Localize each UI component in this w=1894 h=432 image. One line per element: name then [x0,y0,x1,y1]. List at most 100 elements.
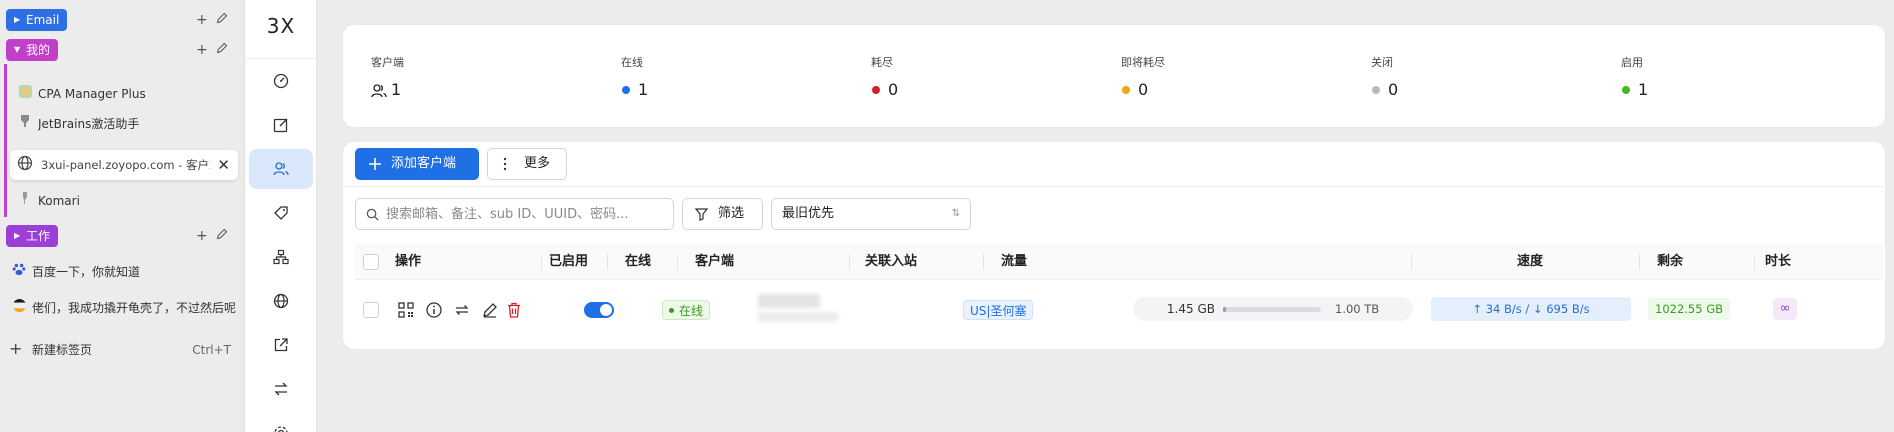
column-divider [677,254,678,270]
tab-item[interactable]: 佬们，我成功撬开龟壳了，不过然后呢 [4,293,242,323]
tab-item[interactable]: 百度一下，你就知道 [4,257,242,287]
stat-value: 1 [391,80,402,99]
clients-card: 添加客户端 更多 筛选 最旧优先 ⇅ 操作 已启用 在线 客户端 关联入站 流量 [342,141,1887,350]
search-field[interactable] [355,198,674,230]
sitemap-icon [273,249,289,265]
remaining-badge: 1022.55 GB [1648,298,1731,320]
tab-title: 百度一下，你就知道 [32,265,141,279]
expand-triangle-icon: ▶ [14,231,21,240]
qrcode-icon[interactable] [397,301,415,319]
cpa-favicon [16,84,34,104]
tab-group-chip[interactable]: ▼ 我的 [6,39,59,61]
tab-group-email[interactable]: ▶ Email + [0,6,245,34]
status-dot [622,86,630,94]
tab-item[interactable]: CPA Manager Plus [10,79,242,109]
tab-group-mine[interactable]: ▼ 我的 + [0,36,245,64]
tab-title: CPA Manager Plus [38,87,146,101]
nav-dashboard[interactable] [249,61,313,101]
column-divider [849,254,850,270]
nav-inbounds[interactable] [249,237,313,277]
tag-icon [274,206,288,220]
nav-external[interactable] [249,325,313,365]
tab-title: Komari [38,194,80,208]
tab-group-work[interactable]: ▶ 工作 + [0,222,245,250]
column-divider [541,254,542,270]
nav-tags[interactable] [249,193,313,233]
nav-clients[interactable] [249,149,313,189]
col-actions: 操作 [395,254,422,269]
add-tab-icon[interactable]: + [196,41,208,59]
client-email-redacted[interactable] [758,294,820,308]
stat-label: 在线 [621,56,643,69]
add-client-button[interactable]: 添加客户端 [355,148,479,180]
edit-group-icon[interactable] [216,41,228,59]
select-all-checkbox[interactable] [363,254,379,270]
row-checkbox[interactable] [363,302,379,318]
col-online[interactable]: 在线 [625,244,651,280]
col-duration[interactable]: 时长 [1765,244,1791,280]
toggle-knob [600,304,612,316]
jetbrains-favicon [16,114,34,134]
add-tab-icon[interactable]: + [196,11,208,29]
tab-group-label: 工作 [26,229,51,243]
edit-group-icon[interactable] [216,11,228,29]
edit-icon[interactable] [481,301,499,319]
tab-group-indicator [4,64,7,217]
traffic-progress-bar [1223,307,1321,312]
edit-group-icon[interactable] [216,227,228,245]
traffic-progress-fill [1223,307,1226,312]
tab-group-chip[interactable]: ▶ 工作 [6,225,59,247]
baidu-favicon [10,262,28,282]
sort-select[interactable]: 最旧优先 ⇅ [771,198,971,230]
enabled-toggle[interactable] [584,302,614,318]
status-dot [1622,86,1630,94]
col-client[interactable]: 客户端 [695,244,734,280]
tab-group-label: Email [26,13,60,27]
search-input[interactable] [386,200,666,228]
online-status-label: 在线 [679,304,704,318]
inbound-tag: US|圣何塞 [963,300,1034,320]
close-tab-icon[interactable]: ✕ [217,155,230,175]
stat-label: 启用 [1621,56,1643,69]
add-tab-icon[interactable]: + [196,227,208,245]
tab-item[interactable]: Komari [10,186,242,216]
new-tab-button[interactable]: + 新建标签页 Ctrl+T [0,335,245,365]
delete-icon[interactable] [505,301,523,319]
col-enabled[interactable]: 已启用 [549,244,588,280]
komari-favicon [16,191,34,211]
stat-label: 耗尽 [871,56,893,69]
nav-edit[interactable] [249,105,313,145]
reset-traffic-icon[interactable] [453,301,471,319]
tab-group-label: 我的 [26,43,51,57]
status-dot [1372,86,1380,94]
new-tab-shortcut: Ctrl+T [192,343,231,357]
search-icon [366,208,379,221]
traffic-total: 1.00 TB [1335,302,1380,316]
tab-group-chip[interactable]: ▶ Email [6,9,68,31]
external-link-icon [274,338,288,352]
browser-tab-sidebar: ▶ Email + ▼ 我的 + CPA Manager Plus JetBra… [0,0,245,432]
nav-settings[interactable] [249,413,313,432]
nav-network[interactable] [249,281,313,321]
col-remaining[interactable]: 剩余 [1657,244,1683,280]
stat-label: 客户端 [371,56,404,69]
tab-title: 佬们，我成功撬开龟壳了，不过然后呢 [32,301,237,315]
edit-icon [273,118,288,133]
col-traffic[interactable]: 流量 [1001,244,1027,280]
stat-value: 0 [1388,80,1399,99]
nav-routing[interactable] [249,369,313,409]
col-inbound[interactable]: 关联入站 [865,244,917,280]
users-icon [371,83,387,97]
app-logo: 3X [266,14,296,38]
col-speed[interactable]: 速度 [1517,244,1543,280]
tab-item[interactable]: JetBrains激活助手 [10,109,242,139]
filter-button[interactable]: 筛选 [682,198,763,230]
add-client-label: 添加客户端 [391,156,457,171]
more-button[interactable]: 更多 [487,148,567,180]
stat-expiring: 即将耗尽 0 [1121,54,1165,100]
tab-item-active[interactable]: 3xui-panel.zoyopo.com - 客户端 ✕ [10,150,238,180]
stat-value: 0 [888,80,899,99]
divider [245,58,317,59]
info-icon[interactable] [425,301,443,319]
filter-label: 筛选 [718,206,745,221]
